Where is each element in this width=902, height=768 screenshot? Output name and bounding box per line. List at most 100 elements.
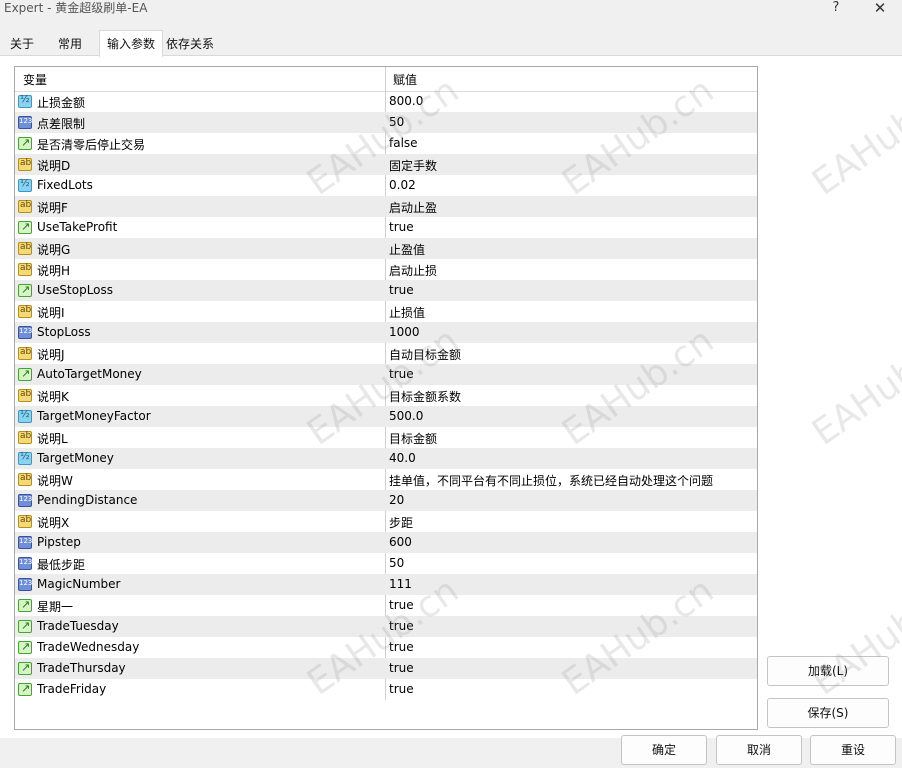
boolean-type-icon (18, 619, 32, 633)
table-row[interactable]: TargetMoneyFactor 500.0 (15, 406, 757, 427)
parameter-value[interactable]: 500.0 (389, 409, 423, 423)
table-row[interactable]: 说明G 止盈值 (15, 238, 757, 259)
close-icon[interactable]: ✕ (870, 0, 890, 16)
parameter-value[interactable]: 步距 (389, 514, 413, 531)
parameter-name: FixedLots (37, 178, 93, 192)
table-row[interactable]: 星期一 true (15, 595, 757, 616)
double-type-icon (18, 409, 32, 423)
header-value[interactable]: 赋值 (393, 71, 417, 88)
parameter-value[interactable]: 600 (389, 535, 412, 549)
parameter-value[interactable]: 50 (389, 556, 404, 570)
parameter-name: TradeThursday (37, 661, 126, 675)
table-row[interactable]: 止损金额 800.0 (15, 91, 757, 112)
parameter-name: 说明D (37, 159, 71, 173)
header-variable[interactable]: 变量 (23, 71, 47, 88)
parameter-name: 说明G (37, 243, 71, 257)
parameter-name: StopLoss (37, 325, 91, 339)
parameter-name: Pipstep (37, 535, 81, 549)
integer-type-icon (18, 557, 32, 570)
parameter-value[interactable]: 固定手数 (389, 157, 437, 174)
tab-common[interactable]: 常用 (52, 33, 88, 55)
table-row[interactable]: TradeTuesday true (15, 616, 757, 637)
help-icon[interactable]: ? (826, 0, 846, 16)
parameter-value[interactable]: true (389, 661, 414, 675)
table-row[interactable]: 是否清零后停止交易 false (15, 133, 757, 154)
table-row[interactable]: PendingDistance 20 (15, 490, 757, 511)
parameter-value[interactable]: 111 (389, 577, 412, 591)
ok-button[interactable]: 确定 (621, 735, 707, 765)
parameter-value[interactable]: true (389, 682, 414, 696)
tab-about[interactable]: 关于 (4, 33, 40, 55)
string-type-icon (18, 200, 32, 213)
double-type-icon (18, 94, 32, 108)
table-row[interactable]: StopLoss 1000 (15, 322, 757, 343)
table-row[interactable]: UseStopLoss true (15, 280, 757, 301)
parameter-name: 说明F (37, 201, 68, 215)
parameter-value[interactable]: 启动止损 (389, 262, 437, 279)
parameter-value[interactable]: 目标金额系数 (389, 388, 461, 405)
parameter-name: TradeWednesday (37, 640, 140, 654)
integer-type-icon (18, 536, 32, 549)
reset-button[interactable]: 重设 (810, 735, 896, 765)
parameter-value[interactable]: 50 (389, 115, 404, 129)
table-row[interactable]: 说明W 挂单值，不同平台有不同止损位，系统已经自动处理这个问题 (15, 469, 757, 490)
table-row[interactable]: 最低步距 50 (15, 553, 757, 574)
parameter-value[interactable]: 20 (389, 493, 404, 507)
table-row[interactable]: UseTakeProfit true (15, 217, 757, 238)
tab-dependencies[interactable]: 依存关系 (163, 33, 217, 55)
string-type-icon (18, 305, 32, 318)
table-row[interactable]: Pipstep 600 (15, 532, 757, 553)
table-row[interactable]: TradeWednesday true (15, 637, 757, 658)
load-button[interactable]: 加载(L) (767, 656, 889, 686)
parameter-value[interactable]: true (389, 640, 414, 654)
parameter-value[interactable]: 启动止盈 (389, 199, 437, 216)
double-type-icon (18, 178, 32, 192)
table-row[interactable]: 说明F 启动止盈 (15, 196, 757, 217)
save-button[interactable]: 保存(S) (767, 698, 889, 728)
parameter-value[interactable]: true (389, 619, 414, 633)
table-row[interactable]: MagicNumber 111 (15, 574, 757, 595)
parameter-name: TradeTuesday (37, 619, 119, 633)
table-row[interactable]: 说明I 止损值 (15, 301, 757, 322)
table-row[interactable]: TradeThursday true (15, 658, 757, 679)
parameter-name: 说明L (37, 432, 68, 446)
parameter-value[interactable]: true (389, 283, 414, 297)
parameter-value[interactable]: 0.02 (389, 178, 416, 192)
table-row[interactable]: 说明X 步距 (15, 511, 757, 532)
string-type-icon (18, 473, 32, 486)
parameter-name: UseStopLoss (37, 283, 114, 297)
parameter-value[interactable]: 自动目标金额 (389, 346, 461, 363)
table-row[interactable]: AutoTargetMoney true (15, 364, 757, 385)
table-row[interactable]: 说明J 自动目标金额 (15, 343, 757, 364)
tab-inputs[interactable]: 输入参数 (99, 30, 163, 57)
table-row[interactable]: 说明H 启动止损 (15, 259, 757, 280)
table-row[interactable]: 说明D 固定手数 (15, 154, 757, 175)
parameter-name: 最低步距 (37, 558, 86, 572)
boolean-type-icon (18, 220, 32, 234)
parameter-name: 说明X (37, 516, 70, 530)
parameter-name: TargetMoney (37, 451, 114, 465)
parameter-name: 止损金额 (37, 96, 86, 110)
parameter-name: 说明K (37, 390, 69, 404)
parameter-value[interactable]: 止损值 (389, 304, 425, 321)
table-row[interactable]: 说明L 目标金额 (15, 427, 757, 448)
parameter-value[interactable]: 挂单值，不同平台有不同止损位，系统已经自动处理这个问题 (389, 472, 713, 489)
parameter-name: PendingDistance (37, 493, 138, 507)
parameter-value[interactable]: 1000 (389, 325, 420, 339)
table-row[interactable]: 说明K 目标金额系数 (15, 385, 757, 406)
table-row[interactable]: FixedLots 0.02 (15, 175, 757, 196)
parameter-value[interactable]: 止盈值 (389, 241, 425, 258)
table-row[interactable]: TargetMoney 40.0 (15, 448, 757, 469)
parameter-value[interactable]: true (389, 598, 414, 612)
parameter-value[interactable]: 目标金额 (389, 430, 437, 447)
parameter-value[interactable]: true (389, 220, 414, 234)
parameters-table: 变量 赋值 止损金额 800.0 点差限制 50 是否清零后停止交易 false 说明D 固定… (14, 66, 758, 730)
parameter-value[interactable]: 800.0 (389, 94, 423, 108)
cancel-button[interactable]: 取消 (716, 735, 802, 765)
parameter-value[interactable]: false (389, 136, 418, 150)
string-type-icon (18, 515, 32, 528)
table-row[interactable]: TradeFriday true (15, 679, 757, 700)
table-row[interactable]: 点差限制 50 (15, 112, 757, 133)
parameter-value[interactable]: 40.0 (389, 451, 416, 465)
parameter-value[interactable]: true (389, 367, 414, 381)
